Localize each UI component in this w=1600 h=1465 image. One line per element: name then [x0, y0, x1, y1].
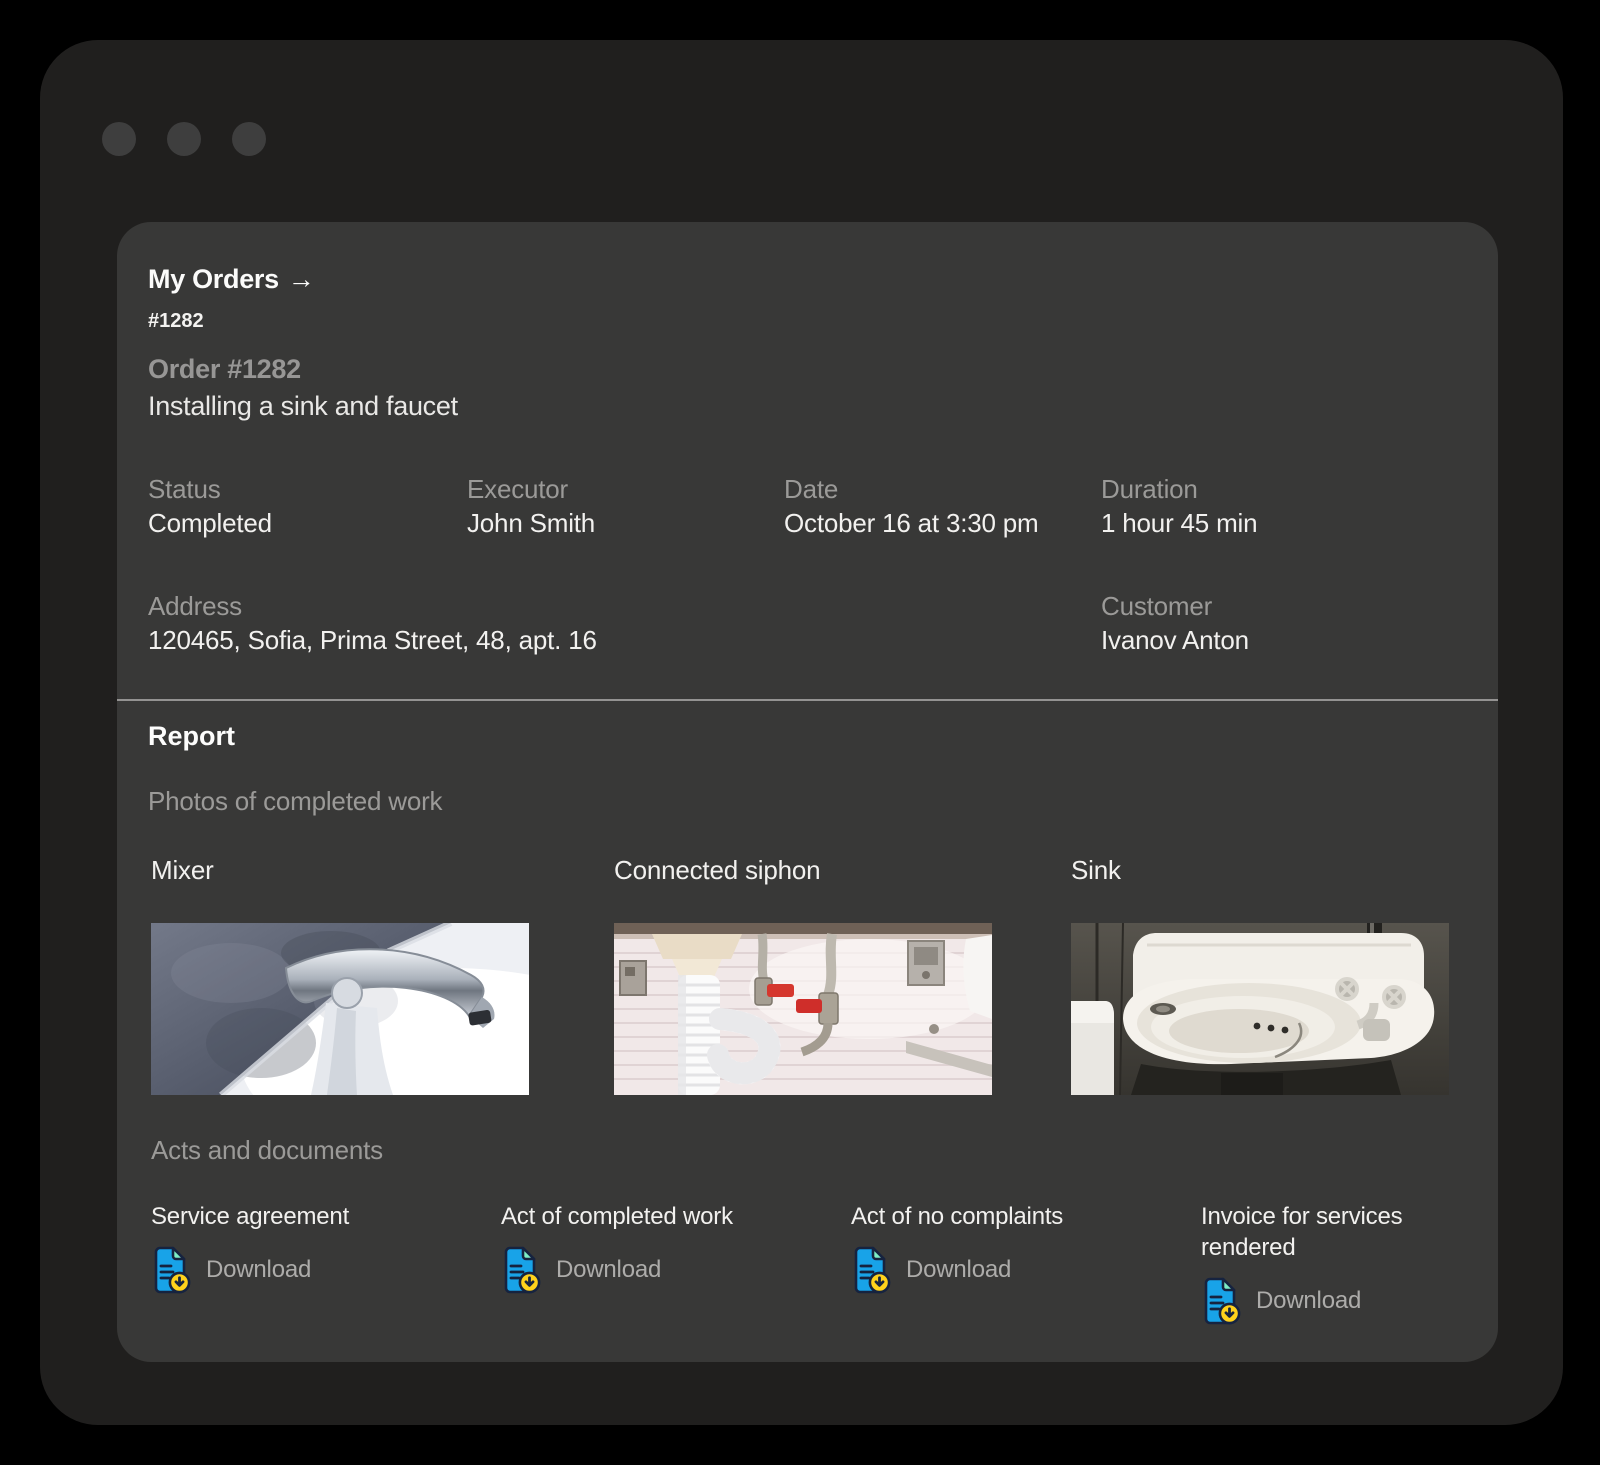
status-field: Status Completed — [148, 473, 467, 540]
address-field: Address 120465, Sofia, Prima Street, 48,… — [148, 590, 1101, 657]
breadcrumb-my-orders-link[interactable]: My Orders → — [148, 262, 315, 296]
document-download-icon — [151, 1246, 191, 1294]
window-dot-3[interactable] — [232, 122, 266, 156]
download-act-no-complaints-button[interactable]: Download — [851, 1246, 1011, 1294]
order-number: Order #1282 — [148, 352, 458, 387]
breadcrumb: My Orders → #1282 — [148, 262, 315, 334]
download-service-agreement-button[interactable]: Download — [151, 1246, 311, 1294]
photo-item-sink: Sink — [1071, 853, 1449, 1095]
date-label: Date — [784, 473, 1101, 506]
siphon-photo-art — [614, 923, 992, 1095]
report-title: Report — [148, 719, 235, 753]
document-act-completed-work: Act of completed work Download — [501, 1201, 851, 1325]
document-title: Invoice for services rendered — [1201, 1201, 1445, 1263]
window-dot-1[interactable] — [102, 122, 136, 156]
arrow-right-icon: → — [288, 264, 315, 294]
document-invoice: Invoice for services rendered Download — [1201, 1201, 1551, 1325]
sink-photo[interactable] — [1071, 923, 1449, 1095]
customer-field: Customer Ivanov Anton — [1101, 590, 1421, 657]
photo-item-siphon: Connected siphon — [614, 853, 1071, 1095]
duration-field: Duration 1 hour 45 min — [1101, 473, 1421, 540]
order-heading: Order #1282 Installing a sink and faucet — [148, 352, 458, 424]
order-meta-row-2: Address 120465, Sofia, Prima Street, 48,… — [148, 590, 1421, 657]
download-label: Download — [1256, 1287, 1361, 1315]
window-dot-2[interactable] — [167, 122, 201, 156]
duration-value: 1 hour 45 min — [1101, 507, 1421, 540]
sink-photo-art — [1071, 923, 1449, 1095]
documents-heading: Acts and documents — [151, 1133, 383, 1167]
mixer-photo[interactable] — [151, 923, 529, 1095]
download-invoice-button[interactable]: Download — [1201, 1277, 1361, 1325]
window-controls — [102, 122, 266, 156]
section-divider — [117, 699, 1498, 701]
document-title: Service agreement — [151, 1201, 395, 1232]
executor-label: Executor — [467, 473, 784, 506]
document-download-icon — [1201, 1277, 1241, 1325]
mixer-photo-art — [151, 923, 529, 1095]
photo-caption: Connected siphon — [614, 853, 1071, 887]
order-panel: My Orders → #1282 Order #1282 Installing … — [117, 222, 1498, 1362]
executor-field: Executor John Smith — [467, 473, 784, 540]
download-label: Download — [206, 1256, 311, 1284]
order-subtitle: Installing a sink and faucet — [148, 389, 458, 424]
document-title: Act of completed work — [501, 1201, 745, 1232]
address-value: 120465, Sofia, Prima Street, 48, apt. 16 — [148, 624, 1101, 657]
address-label: Address — [148, 590, 1101, 623]
document-title: Act of no complaints — [851, 1201, 1095, 1232]
date-value: October 16 at 3:30 pm — [784, 507, 1101, 540]
download-label: Download — [556, 1256, 661, 1284]
screen: My Orders → #1282 Order #1282 Installing … — [0, 0, 1600, 1465]
document-download-icon — [851, 1246, 891, 1294]
photo-caption: Sink — [1071, 853, 1449, 887]
breadcrumb-label: My Orders — [148, 264, 279, 294]
download-act-completed-work-button[interactable]: Download — [501, 1246, 661, 1294]
document-act-no-complaints: Act of no complaints Download — [851, 1201, 1201, 1325]
download-label: Download — [906, 1256, 1011, 1284]
order-meta-row-1: Status Completed Executor John Smith Dat… — [148, 473, 1421, 540]
status-value: Completed — [148, 507, 467, 540]
status-label: Status — [148, 473, 467, 506]
customer-value: Ivanov Anton — [1101, 624, 1421, 657]
connected-siphon-photo[interactable] — [614, 923, 992, 1095]
breadcrumb-current: #1282 — [148, 309, 315, 334]
document-download-icon — [501, 1246, 541, 1294]
duration-label: Duration — [1101, 473, 1421, 506]
photo-caption: Mixer — [151, 853, 614, 887]
photos-heading: Photos of completed work — [148, 784, 442, 818]
photos-grid: Mixer — [151, 853, 1449, 1095]
date-field: Date October 16 at 3:30 pm — [784, 473, 1101, 540]
executor-value: John Smith — [467, 507, 784, 540]
documents-row: Service agreement Download — [151, 1201, 1551, 1325]
photo-item-mixer: Mixer — [151, 853, 614, 1095]
app-window: My Orders → #1282 Order #1282 Installing … — [40, 40, 1563, 1425]
customer-label: Customer — [1101, 590, 1421, 623]
document-service-agreement: Service agreement Download — [151, 1201, 501, 1325]
